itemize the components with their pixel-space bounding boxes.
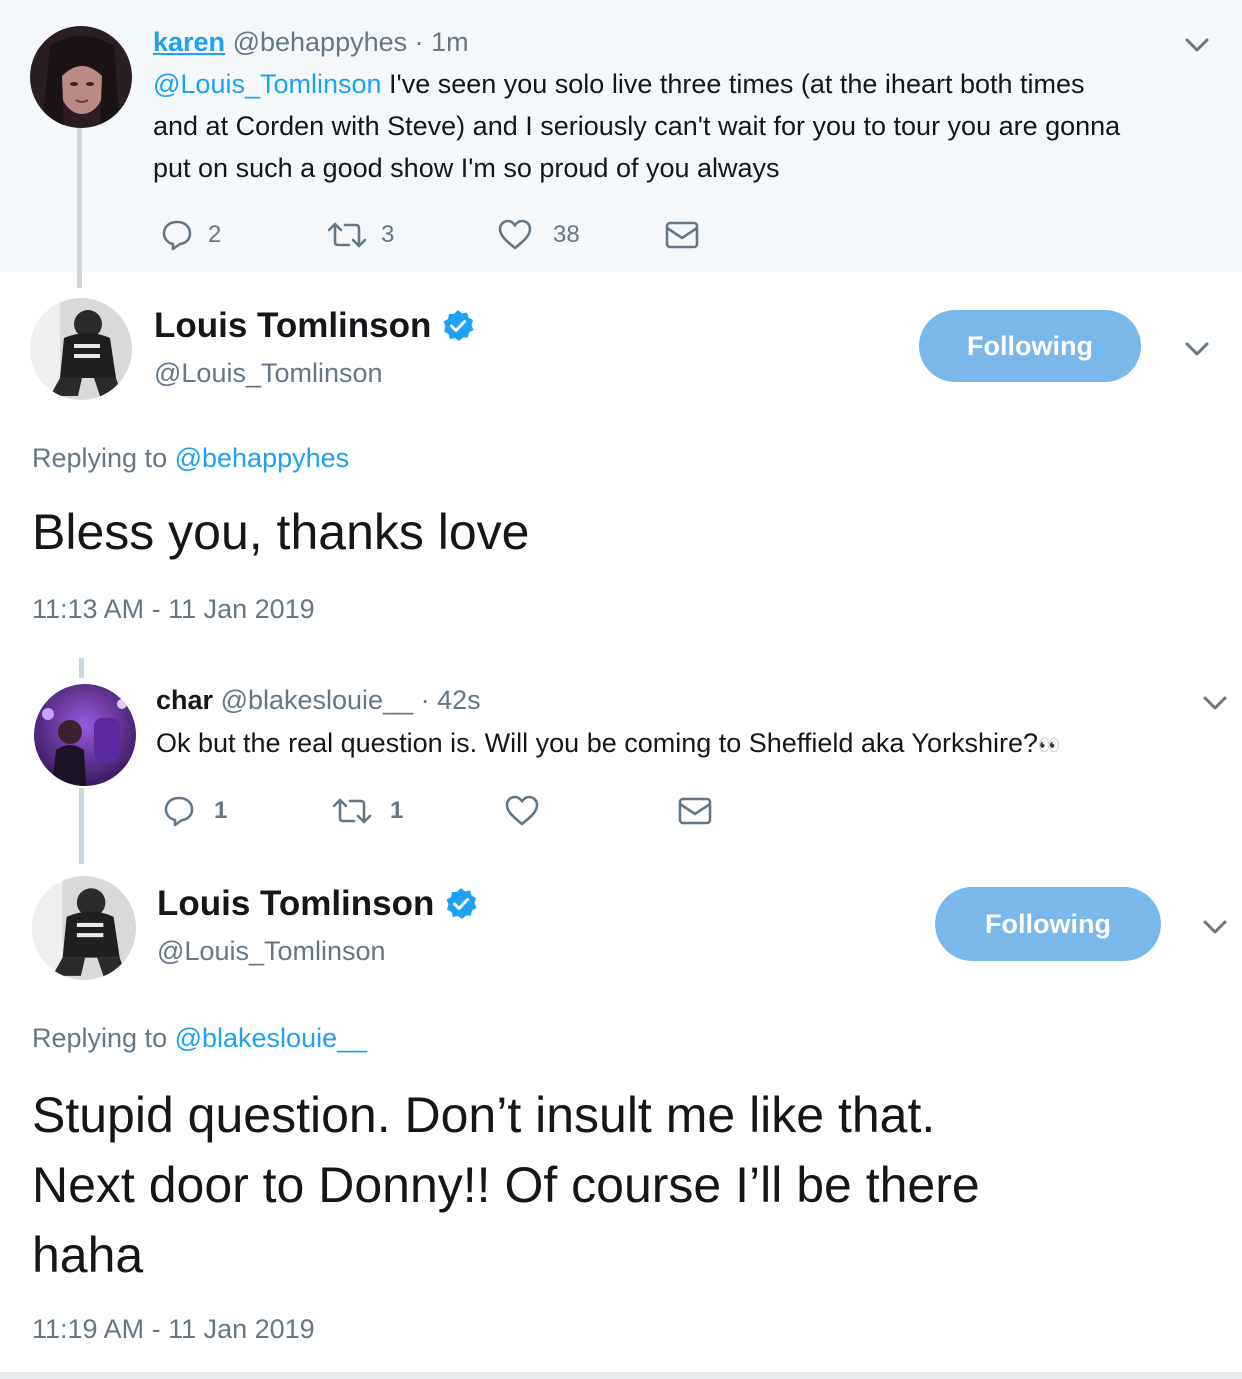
tweet-text-line: Stupid question. Don’t insult me like th… — [32, 1087, 936, 1143]
author-name[interactable]: Louis Tomlinson — [154, 306, 431, 346]
dm-button[interactable] — [677, 796, 713, 826]
tweet-text: Bless you, thanks love — [32, 504, 530, 560]
tweet-text: Stupid question. Don’t insult me like th… — [32, 1080, 1222, 1290]
chevron-down-icon[interactable] — [1180, 332, 1214, 366]
author-name-louis[interactable]: Louis Tomlinson — [157, 882, 478, 926]
author-handle[interactable]: @Louis_Tomlinson — [157, 936, 386, 967]
like-icon — [498, 219, 532, 250]
retweet-icon — [327, 222, 367, 248]
replying-to-link[interactable]: @blakeslouie__ — [175, 1023, 368, 1053]
retweet-icon — [332, 798, 372, 824]
verified-badge-icon — [443, 310, 474, 341]
thread-line — [79, 658, 84, 678]
retweet-button[interactable]: 1 — [330, 794, 403, 828]
author-handle[interactable]: @Louis_Tomlinson — [154, 358, 383, 389]
avatar-char-image — [34, 684, 136, 786]
reply-text-line: and at Corden with Steve) and I seriousl… — [153, 111, 1121, 141]
reply-button[interactable]: 2 — [160, 218, 221, 252]
avatar-louis[interactable] — [32, 876, 136, 980]
like-button[interactable]: 38 — [497, 218, 580, 252]
verified-badge-icon — [446, 888, 477, 919]
reply-text: Ok but the real question is. Will you be… — [156, 728, 1038, 758]
reply-text-line: put on such a good show I'm so proud of … — [153, 153, 780, 183]
chevron-down-icon[interactable] — [1198, 910, 1232, 944]
reply-count: 1 — [214, 797, 228, 824]
reply-time[interactable]: · 1m — [415, 27, 469, 57]
reply-time[interactable]: · 42s — [421, 685, 481, 715]
author-handle[interactable]: @blakeslouie__ — [221, 685, 414, 715]
avatar-louis[interactable] — [30, 298, 132, 400]
reply-icon — [164, 796, 194, 827]
avatar-char[interactable] — [34, 684, 136, 786]
like-button[interactable] — [504, 794, 540, 828]
reply-text-char: Ok but the real question is. Will you be… — [156, 722, 1060, 766]
author-name[interactable]: Louis Tomlinson — [157, 884, 434, 924]
replying-to-label: Replying to — [32, 443, 175, 473]
author-name[interactable]: char — [156, 685, 213, 715]
chevron-down-icon[interactable] — [1198, 686, 1232, 720]
reply-text-karen: @Louis_Tomlinson I've seen you solo live… — [153, 63, 1223, 189]
author-name-link[interactable]: karen — [153, 27, 225, 57]
tweet-text-line: haha — [32, 1227, 144, 1283]
tweet-timestamp[interactable]: 11:19 AM - 11 Jan 2019 — [32, 1314, 315, 1345]
like-icon — [505, 795, 539, 826]
mention-link[interactable]: @Louis_Tomlinson — [153, 69, 382, 99]
avatar-louis-image — [32, 876, 136, 980]
like-count: 38 — [553, 221, 580, 248]
avatar-louis-image — [30, 298, 132, 400]
following-button[interactable]: Following — [935, 887, 1161, 961]
dm-icon — [665, 221, 699, 249]
bottom-divider — [0, 1372, 1242, 1379]
reply-text-line: I've seen you solo live three times (at … — [381, 69, 1085, 99]
dm-icon — [678, 797, 712, 825]
replying-to-line: Replying to @behappyhes — [32, 443, 349, 474]
tweet-timestamp[interactable]: 11:13 AM - 11 Jan 2019 — [32, 594, 315, 625]
reply-header-karen: karen @behappyhes · 1m — [153, 26, 469, 58]
chevron-down-icon[interactable] — [1180, 28, 1214, 62]
retweet-button[interactable]: 3 — [325, 218, 394, 252]
avatar-karen[interactable] — [30, 26, 132, 128]
tweet-text-line: Next door to Donny!! Of course I’ll be t… — [32, 1157, 980, 1213]
author-name-louis[interactable]: Louis Tomlinson — [154, 304, 475, 348]
eyes-emoji-icon: 👀 — [1038, 734, 1061, 755]
avatar-karen-image — [30, 26, 132, 128]
author-handle[interactable]: @behappyhes — [233, 27, 408, 57]
thread-line — [77, 128, 82, 288]
reply-button[interactable]: 1 — [162, 794, 227, 828]
retweet-count: 3 — [381, 221, 395, 248]
replying-to-link[interactable]: @behappyhes — [175, 443, 350, 473]
replying-to-label: Replying to — [32, 1023, 175, 1053]
reply-count: 2 — [208, 221, 222, 248]
retweet-count: 1 — [390, 797, 404, 824]
reply-icon — [162, 220, 192, 251]
thread-line — [79, 788, 84, 864]
reply-header-char: char @blakeslouie__ · 42s — [156, 684, 481, 716]
following-button[interactable]: Following — [919, 310, 1141, 382]
replying-to-line: Replying to @blakeslouie__ — [32, 1023, 367, 1054]
dm-button[interactable] — [664, 220, 700, 250]
